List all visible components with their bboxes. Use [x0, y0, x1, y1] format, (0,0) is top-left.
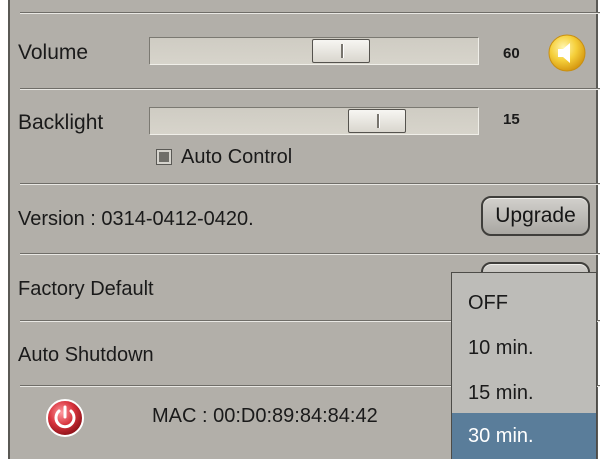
backlight-slider-thumb[interactable]: [348, 109, 406, 133]
auto-shutdown-dropdown[interactable]: OFF 10 min. 15 min. 30 min.: [451, 272, 597, 459]
volume-value: 60: [503, 45, 520, 62]
auto-control-label[interactable]: Auto Control: [181, 146, 292, 169]
upgrade-button[interactable]: Upgrade: [481, 196, 590, 236]
dropdown-option-10-min[interactable]: 10 min.: [452, 325, 596, 371]
separator: [20, 88, 600, 90]
speaker-icon[interactable]: [547, 33, 587, 73]
auto-control-checkbox[interactable]: [157, 150, 171, 164]
separator: [20, 183, 600, 185]
volume-label: Volume: [18, 41, 89, 64]
backlight-value: 15: [503, 111, 520, 128]
dropdown-option-15-min[interactable]: 15 min.: [452, 370, 596, 416]
power-icon[interactable]: [45, 398, 85, 438]
volume-slider[interactable]: [149, 37, 479, 65]
volume-slider-thumb[interactable]: [312, 39, 370, 63]
auto-shutdown-label: Auto Shutdown: [18, 344, 154, 366]
separator: [20, 12, 600, 14]
dropdown-option-30-min[interactable]: 30 min.: [452, 413, 596, 459]
version-text: Version : 0314-0412-0420.: [18, 208, 254, 230]
dropdown-option-off[interactable]: OFF: [452, 280, 596, 326]
mac-address: MAC : 00:D0:89:84:84:42: [152, 405, 378, 427]
backlight-slider[interactable]: [149, 107, 479, 135]
separator: [20, 253, 600, 255]
backlight-label: Backlight: [18, 111, 104, 134]
factory-default-label: Factory Default: [18, 278, 154, 300]
